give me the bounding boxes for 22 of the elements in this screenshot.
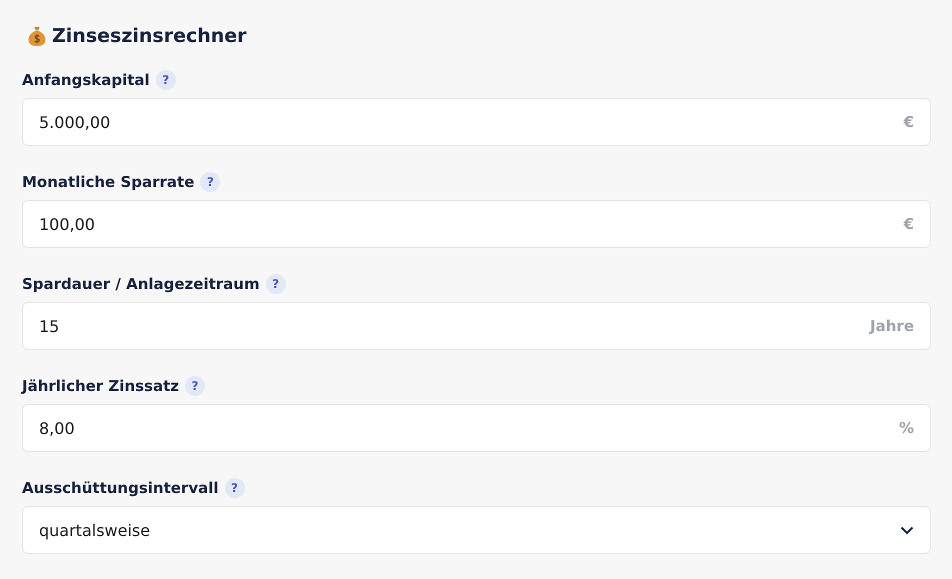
select-dropdown[interactable]: quartalsweise: [22, 506, 931, 554]
field-label: Ausschüttungsintervall: [22, 479, 219, 497]
unit-label: %: [898, 419, 914, 437]
calculator-title: Zinseszinsrechner: [52, 25, 247, 47]
help-button[interactable]: ?: [266, 274, 286, 294]
field-label: Anfangskapital: [22, 71, 150, 89]
input-field[interactable]: 8,00 %: [22, 404, 931, 452]
input-field[interactable]: 15 Jahre: [22, 302, 931, 350]
field-label: Spardauer / Anlagezeitraum: [22, 275, 260, 293]
unit-label: €: [904, 215, 914, 233]
field-label: Jährlicher Zinssatz: [22, 377, 180, 395]
field-label: Monatliche Sparrate: [22, 173, 194, 191]
input-field[interactable]: 5.000,00 €: [22, 98, 931, 146]
help-button[interactable]: ?: [156, 70, 176, 90]
money-bag-icon: [26, 25, 48, 47]
input-field[interactable]: 100,00 €: [22, 200, 931, 248]
help-button[interactable]: ?: [185, 376, 206, 396]
help-button[interactable]: ?: [200, 172, 220, 192]
chevron-down-icon: [900, 526, 914, 534]
unit-label: Jahre: [870, 317, 914, 335]
unit-label: €: [904, 113, 914, 131]
help-button[interactable]: ?: [224, 478, 245, 498]
